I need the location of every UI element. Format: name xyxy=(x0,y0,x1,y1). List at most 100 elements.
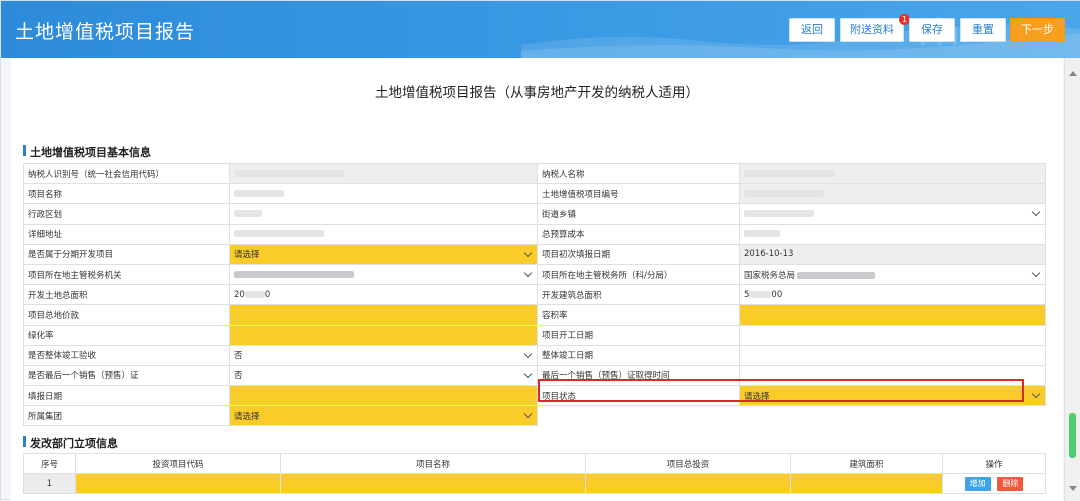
green-ratio-field[interactable] xyxy=(229,324,538,346)
project-no-label: 土地增值税项目编号 xyxy=(537,183,740,205)
masked-value xyxy=(244,290,265,298)
last-presale-select[interactable]: 否 xyxy=(229,364,538,387)
form-row: 是否整体竣工验收 否 整体竣工日期 xyxy=(23,344,1046,366)
column-header: 项目总投资 xyxy=(585,453,791,474)
attach-button[interactable]: 附送资料 xyxy=(840,18,904,42)
local-office-value: 国家税务总局 xyxy=(744,270,796,281)
scroll-up-arrow-icon[interactable] xyxy=(1069,71,1077,76)
form-row: 是否最后一个销售（预售）证 否 最后一个销售（预售）证取得时间 xyxy=(23,364,1046,387)
column-header: 序号 xyxy=(23,453,76,474)
total-investment-field[interactable] xyxy=(585,473,791,494)
delete-row-button[interactable]: 删除 xyxy=(997,476,1024,491)
chevron-down-icon xyxy=(523,369,533,379)
chevron-down-icon xyxy=(1031,389,1041,399)
address-field[interactable] xyxy=(229,223,538,245)
plot-ratio-label: 容积率 xyxy=(537,304,740,326)
budget-field[interactable] xyxy=(739,223,1046,245)
next-step-button[interactable]: 下一步 xyxy=(1010,18,1065,42)
complete-date-field[interactable] xyxy=(739,344,1046,366)
project-name-label: 项目名称 xyxy=(23,183,230,205)
local-office-select[interactable]: 国家税务总局 xyxy=(739,263,1046,286)
form-row: 填报日期 项目状态 请选择 xyxy=(23,385,1046,407)
district-field[interactable] xyxy=(229,203,538,225)
plot-ratio-field[interactable] xyxy=(739,304,1046,326)
complete-date-label: 整体竣工日期 xyxy=(537,344,740,366)
table-header-row: 序号 投资项目代码 项目名称 项目总投资 建筑面积 操作 xyxy=(23,453,1046,474)
chevron-down-icon xyxy=(1031,208,1041,217)
form-row: 行政区划 街道乡镇 xyxy=(23,203,1046,225)
masked-value xyxy=(744,209,814,217)
column-header: 项目名称 xyxy=(280,453,586,474)
form-row: 项目总地价款 容积率 xyxy=(23,304,1046,326)
page-title: 土地增值税项目报告（从事房地产开发的纳税人适用） xyxy=(375,85,699,101)
taxpayer-id-field xyxy=(229,162,538,185)
local-authority-select[interactable] xyxy=(229,263,538,286)
section-title-basic: 土地增值税项目基本信息 xyxy=(23,144,151,160)
form-row: 开发土地总面积 20 0 开发建筑总面积 5 00 xyxy=(23,284,1046,306)
group-select[interactable]: 请选择 xyxy=(229,405,538,427)
project-name-field[interactable] xyxy=(229,183,538,205)
investment-code-field[interactable] xyxy=(75,473,281,494)
chevron-down-icon xyxy=(1031,268,1041,278)
last-presale-label: 是否最后一个销售（预售）证 xyxy=(23,364,230,387)
chevron-down-icon xyxy=(523,268,533,278)
address-label: 详细地址 xyxy=(23,223,230,245)
land-area-value-start: 20 xyxy=(234,289,245,300)
is-phased-select[interactable]: 请选择 xyxy=(229,243,538,265)
land-area-value-end: 0 xyxy=(264,289,271,300)
table-row: 1 增加 删除 xyxy=(23,473,1046,494)
masked-value xyxy=(234,270,354,278)
chevron-down-icon xyxy=(523,248,533,257)
add-row-button[interactable]: 增加 xyxy=(964,476,991,491)
ndrc-project-table: 序号 投资项目代码 项目名称 项目总投资 建筑面积 操作 1 增加 删除 xyxy=(23,453,1046,494)
column-header: 投资项目代码 xyxy=(75,453,281,474)
building-area-field[interactable] xyxy=(790,473,943,494)
form-row: 项目名称 土地增值税项目编号 xyxy=(23,183,1046,205)
overall-accept-select[interactable]: 否 xyxy=(229,344,538,366)
masked-value xyxy=(744,230,780,238)
start-date-label: 项目开工日期 xyxy=(537,324,740,346)
masked-value xyxy=(234,230,324,238)
masked-value xyxy=(234,209,262,217)
app-title: 土地增值税项目报告 xyxy=(15,21,196,43)
column-header: 建筑面积 xyxy=(790,453,943,474)
masked-value xyxy=(234,169,344,177)
fill-date-field[interactable] xyxy=(229,385,538,407)
masked-value xyxy=(744,189,824,197)
section-title-ndrc: 发改部门立项信息 xyxy=(23,435,118,451)
build-area-field[interactable]: 5 00 xyxy=(739,284,1046,306)
status-select[interactable]: 请选择 xyxy=(739,385,1046,407)
masked-value xyxy=(749,290,772,298)
scrollbar-thumb[interactable] xyxy=(1069,413,1076,458)
empty-cell xyxy=(739,405,1046,426)
grid-project-name-field[interactable] xyxy=(280,473,586,494)
start-date-field[interactable] xyxy=(739,324,1046,346)
land-area-field[interactable]: 20 0 xyxy=(229,284,538,306)
app-window: 土地增值税项目报告 返回 附送资料 1 保存 重置 下一步 土地增值税项目报告（… xyxy=(0,0,1080,501)
scroll-down-arrow-icon[interactable] xyxy=(1069,486,1077,491)
build-area-value-end: 00 xyxy=(771,289,783,300)
land-price-field[interactable] xyxy=(229,304,538,326)
overall-accept-label: 是否整体竣工验收 xyxy=(23,344,230,366)
land-area-label: 开发土地总面积 xyxy=(23,284,230,306)
group-value: 请选择 xyxy=(234,411,260,422)
group-label: 所属集团 xyxy=(23,405,230,427)
reset-button[interactable]: 重置 xyxy=(960,18,1006,42)
masked-value xyxy=(234,189,284,197)
green-ratio-label: 绿化率 xyxy=(23,324,230,346)
back-button[interactable]: 返回 xyxy=(789,18,835,42)
form-row: 是否属于分期开发项目 请选择 项目初次填报日期 2016-10-13 xyxy=(23,243,1046,265)
build-area-label: 开发建筑总面积 xyxy=(537,284,740,306)
form-row: 绿化率 项目开工日期 xyxy=(23,324,1046,346)
save-button[interactable]: 保存 xyxy=(909,18,955,42)
form-row: 所属集团 请选择 xyxy=(23,405,1046,427)
street-select[interactable] xyxy=(739,203,1046,225)
overall-accept-value: 否 xyxy=(234,351,243,362)
masked-value xyxy=(797,271,876,279)
masked-value xyxy=(744,169,834,177)
row-actions: 增加 删除 xyxy=(942,473,1046,494)
local-authority-label: 项目所在地主管税务机关 xyxy=(23,263,230,286)
fill-date-label: 填报日期 xyxy=(23,385,230,407)
last-presale-time-field[interactable] xyxy=(739,364,1046,387)
vertical-scrollbar[interactable] xyxy=(1064,58,1080,501)
